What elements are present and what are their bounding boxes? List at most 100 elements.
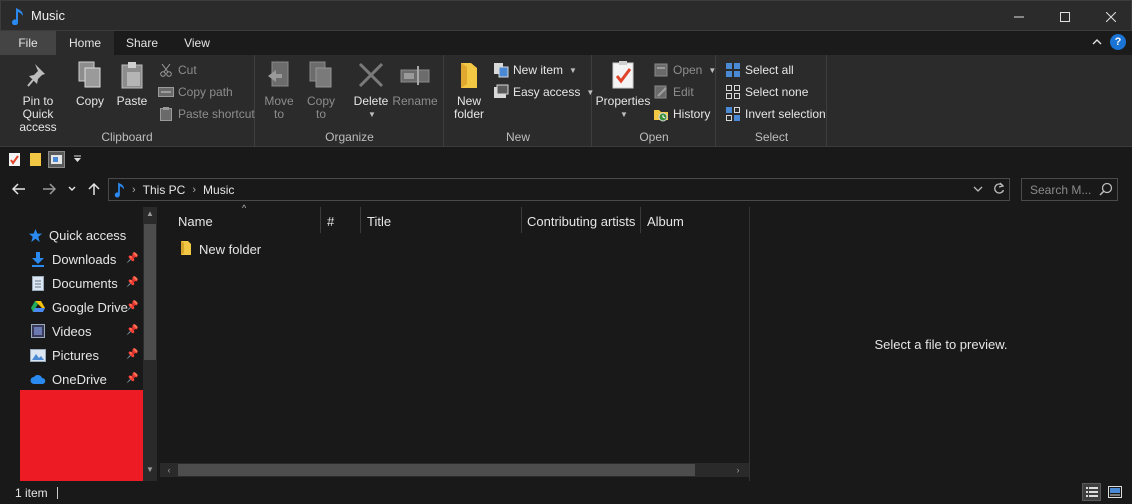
new-item-icon xyxy=(493,62,509,78)
open-button[interactable]: Open ▼ xyxy=(653,61,716,79)
address-bar[interactable]: › This PC › Music xyxy=(108,178,1010,201)
tab-file[interactable]: File xyxy=(0,31,56,55)
recent-locations-button[interactable] xyxy=(65,180,79,198)
redacted-area xyxy=(20,390,150,482)
star-icon xyxy=(27,227,43,243)
status-divider xyxy=(56,486,58,499)
search-input[interactable]: Search M... xyxy=(1021,178,1118,201)
delete-x-icon xyxy=(355,59,387,91)
column-divider[interactable] xyxy=(640,207,641,233)
maximize-button[interactable] xyxy=(1042,1,1088,32)
close-button[interactable] xyxy=(1088,1,1132,32)
rename-button[interactable]: Rename xyxy=(392,59,438,108)
back-button[interactable] xyxy=(10,180,28,198)
scrollbar-thumb[interactable] xyxy=(178,464,695,476)
film-icon xyxy=(30,323,46,339)
horizontal-scrollbar[interactable]: ‹ › xyxy=(160,463,749,477)
properties-button[interactable]: Properties ▼ xyxy=(596,59,650,121)
details-view-button[interactable] xyxy=(1082,483,1101,501)
tab-view[interactable]: View xyxy=(170,31,224,55)
easy-access-icon xyxy=(493,84,509,100)
column-header-number[interactable]: # xyxy=(327,207,334,235)
tab-home[interactable]: Home xyxy=(56,31,114,55)
breadcrumb-music[interactable]: Music xyxy=(203,183,234,197)
chevron-right-icon[interactable]: › xyxy=(192,184,196,196)
scrollbar-thumb[interactable] xyxy=(144,224,156,360)
sidebar-item-videos[interactable]: Videos xyxy=(30,321,92,341)
select-all-icon xyxy=(725,62,741,78)
sort-ascending-icon: ^ xyxy=(242,203,247,213)
easy-access-button[interactable]: Easy access ▼ xyxy=(493,83,594,101)
file-name: New folder xyxy=(199,241,262,257)
clipboard-group-label: Clipboard xyxy=(101,130,153,144)
paste-button[interactable]: Paste xyxy=(116,59,148,108)
copy-button[interactable]: Copy xyxy=(74,59,106,108)
preview-pane: Select a file to preview. xyxy=(749,207,1132,481)
new-folder-button[interactable]: New folder xyxy=(451,59,487,121)
column-header-name[interactable]: Name xyxy=(178,207,213,235)
address-dropdown-icon[interactable] xyxy=(973,182,983,197)
minimize-button[interactable] xyxy=(996,1,1042,32)
invert-selection-icon xyxy=(725,106,741,122)
tab-share[interactable]: Share xyxy=(114,31,170,55)
column-divider[interactable] xyxy=(360,207,361,233)
column-header-album[interactable]: Album xyxy=(647,207,684,235)
sidebar-item-documents[interactable]: Documents xyxy=(30,273,118,293)
pin-icon: 📌 xyxy=(126,349,139,360)
navigation-scrollbar[interactable]: ▲ ▼ xyxy=(143,207,157,481)
scroll-up-icon[interactable]: ▲ xyxy=(143,209,157,223)
new-folder-icon[interactable] xyxy=(27,151,44,168)
breadcrumb-this-pc[interactable]: This PC xyxy=(143,183,186,197)
up-button[interactable] xyxy=(85,180,103,198)
collapse-ribbon-icon[interactable] xyxy=(1092,35,1102,49)
properties-icon[interactable] xyxy=(6,151,23,168)
picture-icon xyxy=(30,347,46,363)
rename-icon[interactable] xyxy=(48,150,65,168)
search-icon[interactable] xyxy=(1099,182,1113,199)
sidebar-item-google-drive[interactable]: Google Drive xyxy=(30,297,128,317)
chevron-down-icon: ▼ xyxy=(620,110,628,119)
refresh-icon[interactable] xyxy=(993,182,1005,197)
paste-shortcut-button[interactable]: Paste shortcut xyxy=(158,105,255,123)
chevron-down-icon: ▼ xyxy=(569,65,577,75)
sidebar-item-onedrive[interactable]: OneDrive xyxy=(30,369,107,389)
invert-selection-button[interactable]: Invert selection xyxy=(725,105,826,123)
clipboard-icon xyxy=(116,59,148,91)
sidebar-item-pictures[interactable]: Pictures xyxy=(30,345,99,365)
open-group-label: Open xyxy=(639,130,669,144)
delete-button[interactable]: Delete ▼ xyxy=(353,59,389,121)
column-divider[interactable] xyxy=(521,207,522,233)
select-none-button[interactable]: Select none xyxy=(725,83,808,101)
chevron-down-icon: ▼ xyxy=(708,65,717,75)
column-header-contributing-artists[interactable]: Contributing artists xyxy=(527,207,635,235)
edit-button[interactable]: Edit xyxy=(653,83,694,101)
column-header-title[interactable]: Title xyxy=(367,207,391,235)
pin-to-quick-access-button[interactable]: Pin to Quick access xyxy=(8,59,68,134)
select-all-button[interactable]: Select all xyxy=(725,61,794,79)
file-list: ^ Name # Title Contributing artists Albu… xyxy=(160,203,749,481)
list-item[interactable]: New folder xyxy=(179,239,261,259)
scroll-right-icon[interactable]: › xyxy=(731,463,745,477)
copy-path-button[interactable]: Copy path xyxy=(158,83,233,101)
sidebar-item-downloads[interactable]: Downloads xyxy=(30,249,116,269)
large-icons-view-button[interactable] xyxy=(1105,483,1124,501)
customize-toolbar-icon[interactable] xyxy=(69,151,86,168)
help-icon[interactable]: ? xyxy=(1110,34,1126,50)
move-to-button[interactable]: Move to xyxy=(262,59,296,121)
window-title: Music xyxy=(31,8,65,23)
new-item-button[interactable]: New item ▼ xyxy=(493,61,577,79)
forward-button[interactable] xyxy=(40,180,58,198)
chevron-right-icon[interactable]: › xyxy=(132,184,136,196)
sidebar-item-quick-access[interactable]: Quick access xyxy=(27,225,126,245)
cut-button[interactable]: Cut xyxy=(158,61,197,79)
pin-icon xyxy=(22,59,54,91)
column-divider[interactable] xyxy=(320,207,321,233)
pin-icon: 📌 xyxy=(126,325,139,336)
title-bar: Music xyxy=(0,0,1132,31)
history-button[interactable]: History xyxy=(653,105,710,123)
copy-to-button[interactable]: Copy to xyxy=(304,59,338,121)
scroll-down-icon[interactable]: ▼ xyxy=(143,465,157,479)
cloud-icon xyxy=(30,371,46,387)
scroll-left-icon[interactable]: ‹ xyxy=(162,463,176,477)
organize-group: Move to Copy to Delete ▼ Rename Organize xyxy=(256,55,444,147)
